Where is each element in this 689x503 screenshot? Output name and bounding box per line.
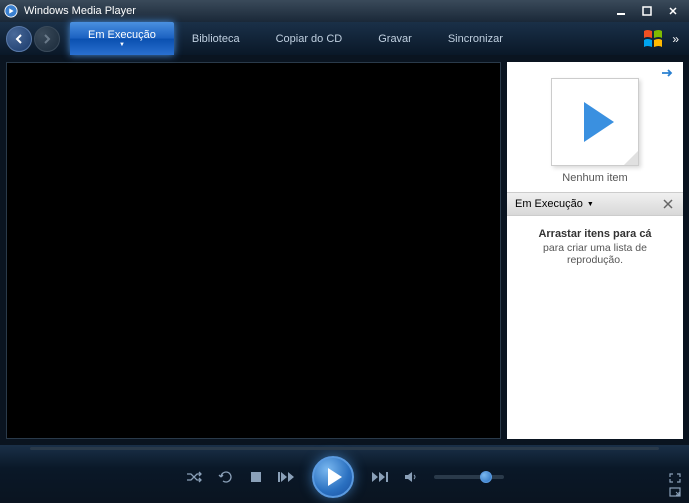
playlist-dropzone[interactable]: Arrastar itens para cá para criar uma li… bbox=[507, 216, 683, 278]
no-item-label: Nenhum item bbox=[515, 172, 675, 184]
minimize-button[interactable] bbox=[609, 3, 633, 19]
fullscreen-button[interactable] bbox=[669, 473, 681, 483]
tab-burn[interactable]: Gravar bbox=[360, 22, 430, 55]
chevron-down-icon: ▼ bbox=[119, 42, 125, 48]
tab-now-playing[interactable]: Em Execução ▼ bbox=[70, 22, 174, 55]
chevron-down-icon: ▼ bbox=[587, 201, 594, 208]
close-button[interactable] bbox=[661, 3, 685, 19]
tab-label: Sincronizar bbox=[448, 33, 503, 45]
compact-mode-button[interactable] bbox=[669, 487, 681, 497]
volume-thumb[interactable] bbox=[480, 471, 492, 483]
back-button[interactable] bbox=[6, 26, 32, 52]
shuffle-button[interactable] bbox=[186, 470, 202, 484]
tab-sync[interactable]: Sincronizar bbox=[430, 22, 521, 55]
dropzone-title: Arrastar itens para cá bbox=[517, 228, 673, 240]
maximize-button[interactable] bbox=[635, 3, 659, 19]
play-icon bbox=[328, 468, 342, 486]
playlist-pane: Nenhum item Em Execução ▼ Arrastar itens… bbox=[507, 62, 683, 439]
next-button[interactable] bbox=[370, 471, 388, 483]
tab-label: Gravar bbox=[378, 33, 412, 45]
tab-label: Copiar do CD bbox=[276, 33, 343, 45]
clear-list-icon[interactable] bbox=[661, 197, 675, 211]
album-art-placeholder bbox=[551, 78, 639, 166]
playlist-dropdown[interactable]: Em Execução ▼ bbox=[515, 198, 594, 210]
overflow-button[interactable]: » bbox=[668, 32, 683, 46]
toolbar: Em Execução ▼ Biblioteca Copiar do CD Gr… bbox=[0, 22, 689, 56]
playlist-selector-bar: Em Execução ▼ bbox=[507, 192, 683, 216]
play-button[interactable] bbox=[312, 456, 354, 498]
stop-button[interactable] bbox=[250, 471, 262, 483]
dropzone-subtitle: para criar uma lista de reprodução. bbox=[543, 242, 647, 266]
play-icon bbox=[584, 102, 614, 142]
tab-rip[interactable]: Copiar do CD bbox=[258, 22, 361, 55]
tab-library[interactable]: Biblioteca bbox=[174, 22, 258, 55]
windows-logo-icon[interactable] bbox=[642, 28, 664, 50]
detach-icon[interactable] bbox=[661, 68, 675, 78]
playlist-dropdown-label: Em Execução bbox=[515, 198, 583, 210]
window-title: Windows Media Player bbox=[24, 5, 136, 17]
tab-label: Em Execução bbox=[88, 29, 156, 41]
forward-button[interactable] bbox=[34, 26, 60, 52]
previous-button[interactable] bbox=[278, 471, 296, 483]
main-area: Nenhum item Em Execução ▼ Arrastar itens… bbox=[0, 56, 689, 445]
app-icon bbox=[4, 4, 18, 18]
seek-slider[interactable] bbox=[30, 447, 659, 450]
mute-button[interactable] bbox=[404, 471, 418, 483]
playback-controls bbox=[0, 445, 689, 503]
volume-slider[interactable] bbox=[434, 475, 504, 479]
video-canvas[interactable] bbox=[6, 62, 501, 439]
repeat-button[interactable] bbox=[218, 470, 234, 484]
tab-label: Biblioteca bbox=[192, 33, 240, 45]
titlebar: Windows Media Player bbox=[0, 0, 689, 22]
